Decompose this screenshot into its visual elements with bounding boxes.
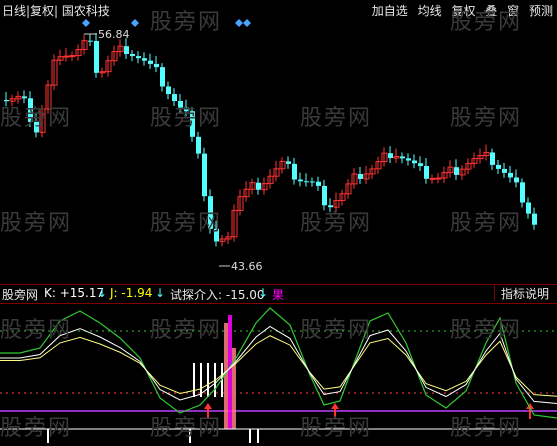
diamond-icon bbox=[82, 19, 90, 27]
candle-body bbox=[292, 163, 297, 180]
candle-body bbox=[208, 196, 213, 229]
candlesticks bbox=[4, 33, 537, 247]
candle-body bbox=[412, 160, 417, 164]
bottom-ticks bbox=[47, 429, 259, 443]
candle-body bbox=[520, 182, 525, 203]
candle-body bbox=[202, 153, 207, 197]
diamond-icon bbox=[131, 19, 139, 27]
k-value: K: +15.17 bbox=[44, 286, 105, 300]
j-down-arrow-icon: ↓ bbox=[155, 286, 166, 300]
spike-bar bbox=[228, 315, 232, 429]
j-value: J: -1.94 bbox=[110, 286, 153, 300]
candle-body bbox=[316, 181, 321, 186]
indicator-name: 股旁网 bbox=[2, 288, 39, 302]
candle-body bbox=[124, 46, 129, 54]
candle-body bbox=[184, 107, 189, 112]
candle-body bbox=[28, 98, 33, 122]
candle-body bbox=[22, 96, 27, 99]
diamond-markers bbox=[82, 19, 251, 27]
candle-body bbox=[172, 94, 177, 101]
candle-body bbox=[154, 63, 159, 68]
low-price-label: 43.66 bbox=[231, 260, 263, 273]
candle-body bbox=[322, 185, 327, 206]
candle-body bbox=[88, 40, 93, 42]
indicator-bar: 股旁网 K: +15.17 ↓ J: -1.94 ↓ 试探介入: -15.00 … bbox=[0, 284, 557, 304]
candle-body bbox=[4, 100, 9, 102]
probe-down-arrow-icon: ↓ bbox=[258, 286, 269, 300]
candle-body bbox=[526, 202, 531, 214]
candle-body bbox=[406, 158, 411, 161]
candle-body bbox=[418, 163, 423, 166]
diamond-icon bbox=[243, 19, 251, 27]
candle-body bbox=[178, 101, 183, 108]
candle-body bbox=[328, 205, 333, 208]
candle-body bbox=[190, 111, 195, 137]
indicator-chart[interactable] bbox=[0, 303, 557, 446]
candle-body bbox=[69, 55, 76, 58]
d-line bbox=[0, 335, 557, 397]
candle-body bbox=[214, 228, 219, 242]
candle-body bbox=[286, 161, 291, 164]
candle-body bbox=[429, 177, 436, 180]
candle-body bbox=[424, 166, 429, 179]
candle-body bbox=[196, 136, 201, 154]
candle-body bbox=[454, 167, 459, 175]
candle-body bbox=[136, 56, 141, 59]
candle-body bbox=[160, 67, 165, 87]
candle-body bbox=[63, 55, 70, 58]
candle-body bbox=[148, 60, 153, 64]
candle-body bbox=[502, 168, 507, 173]
fruit-label: 果 bbox=[272, 288, 285, 302]
candle-body bbox=[358, 174, 363, 179]
indicator-help-button[interactable]: 指标说明 bbox=[493, 285, 555, 301]
candle-body bbox=[496, 164, 501, 169]
candle-body bbox=[514, 177, 519, 183]
candle-body bbox=[400, 156, 405, 159]
price-chart[interactable]: 56.84 43.66 bbox=[0, 0, 557, 284]
candle-body bbox=[388, 153, 393, 158]
candle-body bbox=[532, 213, 537, 225]
j-line bbox=[0, 307, 557, 419]
candle-body bbox=[166, 86, 171, 95]
candle-body bbox=[304, 181, 309, 183]
k-down-arrow-icon: ↓ bbox=[97, 286, 108, 300]
candle-body bbox=[94, 41, 99, 73]
candle-body bbox=[298, 179, 303, 182]
high-price-label: 56.84 bbox=[98, 28, 130, 41]
candle-body bbox=[310, 181, 315, 183]
probe-value: 试探介入: -15.00 bbox=[170, 288, 265, 302]
candle-body bbox=[130, 54, 135, 57]
candle-body bbox=[34, 121, 39, 133]
candle-body bbox=[490, 152, 495, 165]
signal-marks bbox=[193, 315, 534, 429]
candle-body bbox=[256, 182, 261, 190]
candle-body bbox=[142, 58, 147, 61]
candle-body bbox=[508, 172, 513, 178]
diamond-icon bbox=[235, 19, 243, 27]
candle-body bbox=[435, 177, 442, 180]
